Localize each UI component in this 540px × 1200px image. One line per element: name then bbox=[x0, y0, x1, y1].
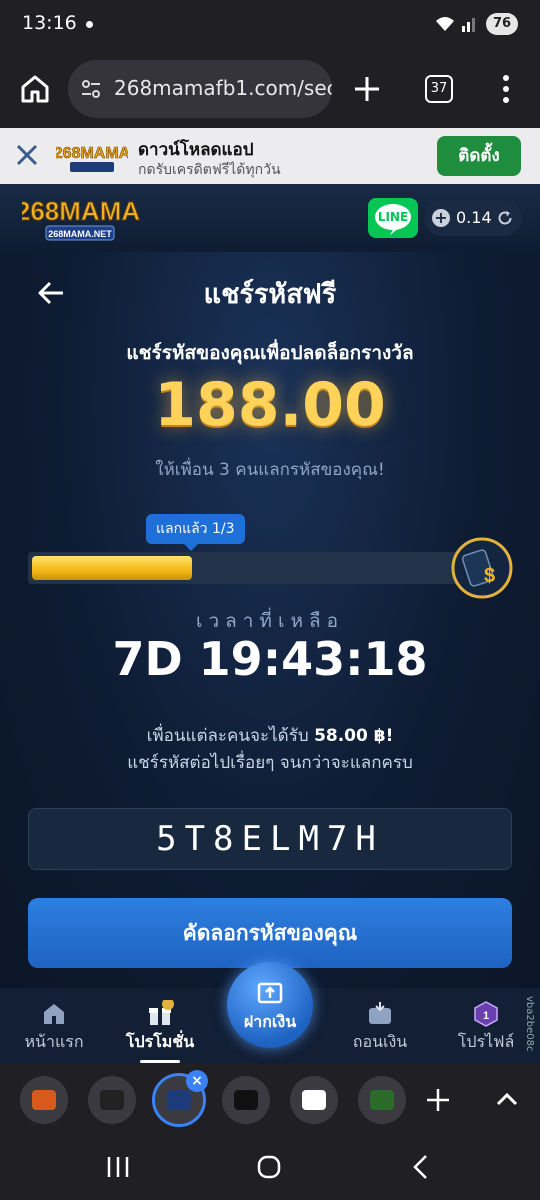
notification-dot-icon bbox=[86, 21, 93, 28]
active-tab-indicator bbox=[140, 1060, 180, 1063]
nav-profile[interactable]: 1 โปรไฟล์ bbox=[446, 988, 526, 1064]
balance-value: 0.14 bbox=[456, 208, 492, 227]
deposit-icon bbox=[257, 982, 283, 1004]
invite-instruction: ให้เพื่อน 3 คนแลกรหัสของคุณ! bbox=[155, 460, 385, 480]
add-credit-icon[interactable]: + bbox=[432, 209, 450, 227]
progress-bar bbox=[28, 552, 464, 584]
wallet-balance: + 0.14 bbox=[424, 200, 522, 236]
nav-promotion[interactable]: โปรโมชั่น bbox=[118, 988, 202, 1064]
progress-badge: แลกแล้ว 1/3 bbox=[146, 514, 245, 551]
reward-coin-icon: $ bbox=[451, 537, 513, 599]
browser-toolbar: 268mamafb1.com/secr 37 bbox=[0, 50, 540, 128]
line-label: LINE bbox=[377, 210, 409, 224]
share-subtitle: แชร์รหัสของคุณเพื่อปลดล็อกรางวัล bbox=[126, 342, 414, 364]
nav-withdraw[interactable]: ถอนเงิน bbox=[338, 988, 422, 1064]
friend-reward-text: เพื่อนแต่ละคนจะได้รับ 58.00 ฿! bbox=[0, 722, 540, 749]
share-code-panel: แชร์รหัสฟรี แชร์รหัสของคุณเพื่อปลดล็อกรา… bbox=[0, 252, 540, 988]
site-settings-icon[interactable] bbox=[80, 79, 102, 99]
rank-badge-icon: 1 bbox=[474, 1001, 498, 1027]
svg-text:1: 1 bbox=[483, 1010, 489, 1022]
svg-text:268MAMA: 268MAMA bbox=[56, 145, 128, 162]
nav-profile-label: โปรไฟล์ bbox=[457, 1032, 515, 1051]
reward-amount: 188.00 bbox=[154, 370, 386, 440]
chevron-up-icon[interactable] bbox=[494, 1088, 520, 1112]
countdown-timer: 7D 19:43:18 bbox=[112, 632, 428, 686]
page-title: แชร์รหัสฟรี bbox=[203, 279, 337, 310]
keep-sharing-text: แชร์รหัสต่อไปเรื่อยๆ จนกว่าจะแลกครบ bbox=[127, 753, 413, 773]
deposit-button[interactable]: ฝากเงิน bbox=[227, 962, 313, 1048]
tab-thumbnail[interactable] bbox=[358, 1076, 406, 1124]
close-tab-icon[interactable]: × bbox=[186, 1070, 208, 1092]
status-bar: 13:16 76 bbox=[0, 0, 540, 50]
tab-thumbnail[interactable] bbox=[290, 1076, 338, 1124]
deposit-label: ฝากเงิน bbox=[243, 1012, 297, 1031]
app-download-banner: 268MAMA ดาวน์โหลดแอป กดรับเครดิตฟรีได้ทุ… bbox=[0, 128, 540, 184]
install-button[interactable]: ติดตั้ง bbox=[437, 136, 521, 176]
line-chat-button[interactable]: LINE bbox=[368, 198, 418, 238]
home-icon bbox=[44, 1004, 64, 1024]
share-code-display[interactable]: 5T8ELM7H bbox=[28, 808, 512, 870]
recent-apps-icon[interactable] bbox=[104, 1154, 132, 1180]
site-header: 268MAMA 268MAMA.NET LINE + 0.14 bbox=[0, 184, 540, 252]
gift-icon bbox=[149, 1000, 174, 1025]
wifi-icon bbox=[436, 17, 454, 31]
svg-text:268MAMA.NET: 268MAMA.NET bbox=[48, 229, 112, 239]
home-icon[interactable] bbox=[18, 72, 52, 106]
system-back-icon[interactable] bbox=[410, 1153, 430, 1181]
nav-withdraw-label: ถอนเงิน bbox=[352, 1032, 408, 1051]
friend-reward-prefix: เพื่อนแต่ละคนจะได้รับ bbox=[146, 726, 309, 746]
add-tab-icon[interactable] bbox=[424, 1086, 452, 1114]
address-bar[interactable]: 268mamafb1.com/secr bbox=[68, 60, 332, 118]
system-home-icon[interactable] bbox=[256, 1153, 282, 1181]
signal-icon bbox=[462, 18, 475, 32]
refresh-icon[interactable] bbox=[496, 209, 514, 227]
overflow-menu-icon[interactable] bbox=[500, 74, 512, 104]
nav-home[interactable]: หน้าแรก bbox=[14, 988, 94, 1064]
wallet-icon bbox=[369, 1002, 391, 1024]
close-icon[interactable] bbox=[14, 142, 40, 168]
nav-promotion-label: โปรโมชั่น bbox=[125, 1032, 195, 1051]
browser-tab-strip: × bbox=[0, 1064, 540, 1136]
system-navigation bbox=[0, 1136, 540, 1200]
friend-reward-amount: 58.00 ฿! bbox=[314, 726, 394, 746]
url-text: 268mamafb1.com/secr bbox=[114, 76, 332, 100]
nav-home-label: หน้าแรก bbox=[24, 1032, 84, 1051]
tab-switcher-button[interactable]: 37 bbox=[425, 75, 453, 103]
status-time: 13:16 bbox=[22, 12, 77, 34]
battery-indicator: 76 bbox=[486, 13, 518, 35]
site-logo[interactable]: 268MAMA 268MAMA.NET bbox=[22, 192, 142, 244]
new-tab-icon[interactable] bbox=[352, 74, 382, 104]
svg-text:$: $ bbox=[484, 565, 495, 587]
banner-subtitle: กดรับเครดิตฟรีได้ทุกวัน bbox=[138, 162, 281, 178]
tab-thumbnail[interactable] bbox=[88, 1076, 136, 1124]
svg-text:268MAMA: 268MAMA bbox=[22, 196, 140, 226]
copy-code-button[interactable]: คัดลอกรหัสของคุณ bbox=[28, 898, 512, 968]
tab-thumbnail[interactable] bbox=[20, 1076, 68, 1124]
tab-thumbnail[interactable] bbox=[222, 1076, 270, 1124]
build-id: vba2be08c bbox=[524, 996, 535, 1052]
brand-logo: 268MAMA bbox=[56, 145, 128, 172]
progress-fill bbox=[32, 556, 192, 580]
